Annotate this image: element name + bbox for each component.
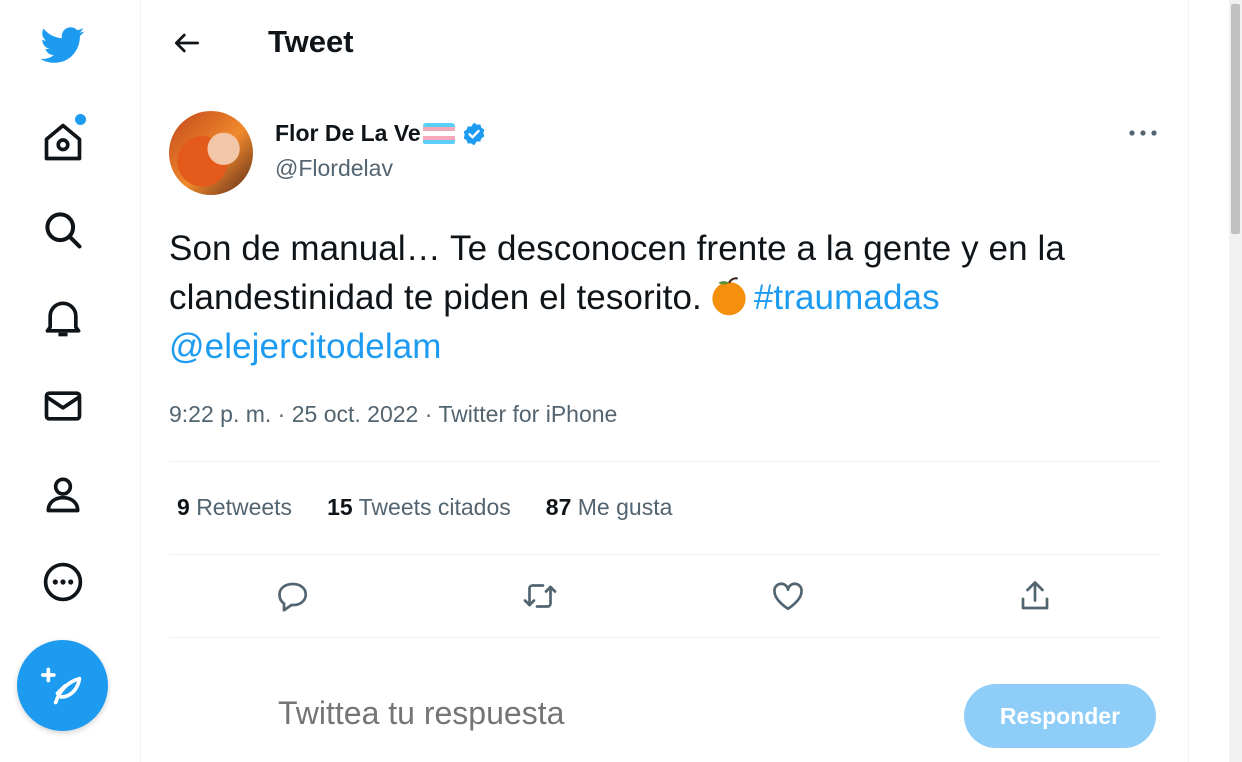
likes-label: Me gusta	[577, 494, 673, 520]
scrollbar-thumb[interactable]	[1231, 4, 1240, 234]
reply-icon	[278, 582, 308, 612]
like-heart-icon	[773, 582, 803, 611]
tweet-more-button[interactable]	[1124, 118, 1162, 148]
divider	[169, 554, 1160, 555]
compose-tweet-icon	[40, 667, 81, 704]
likes-count: 87	[545, 494, 572, 520]
divider	[169, 461, 1160, 462]
mention-link[interactable]: @elejercitodelam	[169, 327, 442, 366]
share-button[interactable]	[1013, 574, 1057, 618]
explore-search-icon[interactable]	[38, 205, 88, 255]
tweet-meta: 9:22 p. m. · 25 oct. 2022 · Twitter for …	[169, 401, 617, 428]
reply-input[interactable]	[278, 695, 838, 732]
more-options-icon[interactable]	[38, 557, 88, 607]
page-title: Tweet	[268, 24, 354, 59]
quotes-count: 15	[327, 494, 353, 520]
notifications-bell-icon[interactable]	[38, 293, 88, 343]
column-border-left	[140, 0, 141, 762]
hashtag-link[interactable]: #traumadas	[754, 278, 940, 317]
column-border-right	[1188, 0, 1189, 762]
back-arrow-icon	[175, 33, 199, 53]
messages-envelope-icon[interactable]	[38, 381, 88, 431]
quotes-stat[interactable]: 15 Tweets citados	[327, 494, 511, 521]
profile-icon[interactable]	[38, 469, 88, 519]
more-dots-icon	[1129, 130, 1157, 136]
reply-submit-button[interactable]: Responder	[964, 684, 1156, 748]
retweets-count: 9	[177, 494, 190, 520]
compose-tweet-button[interactable]	[17, 640, 108, 731]
tangerine-emoji-icon	[712, 277, 746, 316]
tweet-time[interactable]: 9:22 p. m.	[169, 401, 271, 427]
divider	[169, 637, 1160, 638]
reply-button[interactable]	[271, 574, 315, 618]
author-handle[interactable]: @Flordelav	[275, 155, 393, 182]
author-name[interactable]: Flor De La Ve	[275, 120, 421, 147]
notification-dot	[73, 112, 88, 127]
trans-flag-emoji	[422, 122, 455, 145]
retweets-stat[interactable]: 9 Retweets	[177, 494, 292, 521]
quotes-label: Tweets citados	[358, 494, 511, 520]
tweet-text: Son de manual… Te desconocen frente a la…	[169, 224, 1159, 371]
avatar[interactable]	[169, 111, 253, 195]
retweet-icon	[523, 584, 557, 608]
likes-stat[interactable]: 87 Me gusta	[546, 494, 673, 521]
tweet-date[interactable]: 25 oct. 2022	[292, 401, 419, 427]
share-icon	[1021, 581, 1049, 610]
verified-badge-icon	[463, 122, 485, 145]
tweet-source[interactable]: Twitter for iPhone	[438, 401, 617, 427]
meta-separator: ·	[271, 401, 292, 427]
like-button[interactable]	[766, 574, 810, 618]
meta-separator: ·	[418, 401, 439, 427]
twitter-logo-icon[interactable]	[38, 20, 88, 70]
retweets-label: Retweets	[196, 494, 293, 520]
retweet-button[interactable]	[518, 574, 562, 618]
author-name-row[interactable]: Flor De La Ve	[275, 120, 487, 147]
back-button[interactable]	[166, 22, 208, 64]
tweet-stats: 9 Retweets 15 Tweets citados 87 Me gusta	[177, 494, 707, 521]
